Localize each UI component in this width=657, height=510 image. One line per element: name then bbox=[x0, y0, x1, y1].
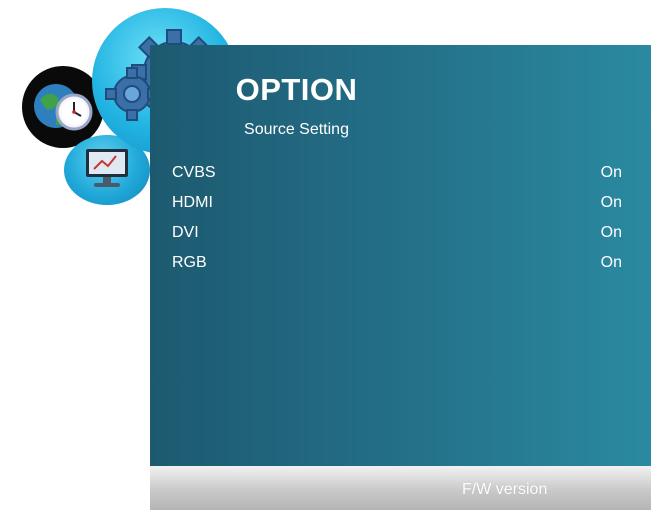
source-label: CVBS bbox=[172, 164, 216, 181]
section-subtitle: Source Setting bbox=[244, 121, 349, 138]
source-row-dvi[interactable]: DVI On bbox=[172, 220, 622, 250]
source-value[interactable]: On bbox=[601, 160, 622, 186]
source-value[interactable]: On bbox=[601, 190, 622, 216]
footer-bar: F/W version bbox=[150, 466, 651, 510]
source-row-rgb[interactable]: RGB On bbox=[172, 250, 622, 280]
source-value[interactable]: On bbox=[601, 220, 622, 246]
source-label: DVI bbox=[172, 224, 199, 241]
source-row-hdmi[interactable]: HDMI On bbox=[172, 190, 622, 220]
fw-version-label: F/W version bbox=[462, 481, 548, 498]
source-value[interactable]: On bbox=[601, 250, 622, 276]
source-label: RGB bbox=[172, 254, 207, 271]
page-title: OPTION bbox=[235, 72, 358, 107]
source-label: HDMI bbox=[172, 194, 213, 211]
source-row-cvbs[interactable]: CVBS On bbox=[172, 160, 622, 190]
source-list: CVBS On HDMI On DVI On RGB On bbox=[172, 160, 622, 280]
